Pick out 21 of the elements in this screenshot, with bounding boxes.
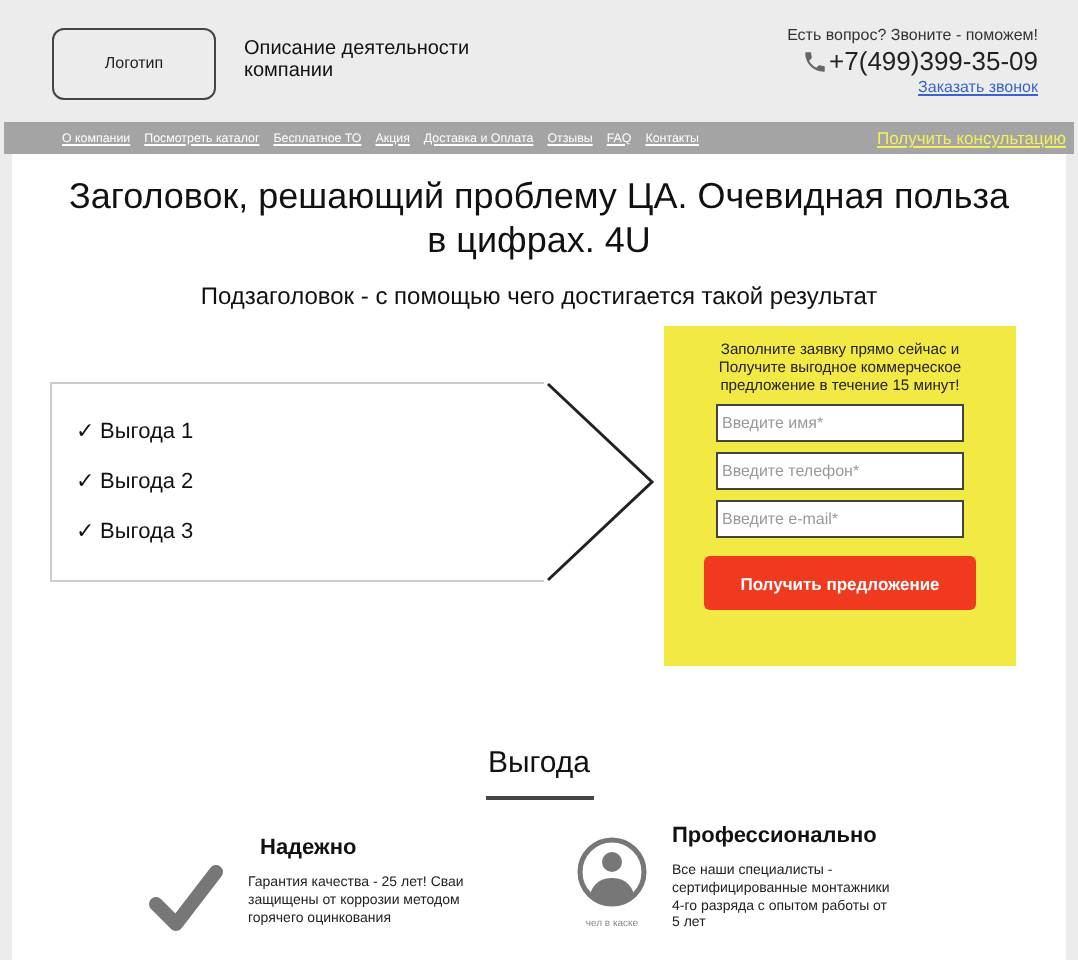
section-title: Выгода (487, 746, 591, 780)
logo[interactable]: Логотип (52, 27, 216, 99)
feature-title: Профессионально (672, 824, 879, 848)
get-offer-button[interactable]: Получить предложение (704, 556, 976, 611)
benefit-item: ✓ Выгода 2 (76, 468, 196, 498)
phone-number: +7(499)399-35-09 (829, 46, 1038, 76)
subheadline: Подзаголовок - с помощью чего достигается такой результат (200, 282, 878, 310)
company-description: Описание деятельности компании (244, 40, 472, 82)
input-field[interactable]: Введите имя* (716, 404, 964, 443)
input-field[interactable]: Введите e-mail* (716, 500, 964, 539)
consultation-link[interactable]: Получить консультацию (876, 128, 1074, 148)
callback-link[interactable]: Заказать звонок (918, 78, 1038, 96)
question-text: Есть вопрос? Звоните - поможем! (787, 26, 1038, 44)
avatar-icon (576, 836, 648, 908)
phone-icon (801, 47, 828, 75)
benefit-item: ✓ Выгода 1 (76, 418, 196, 448)
checkmark-icon (148, 864, 224, 932)
input-field[interactable]: Введите телефон* (716, 452, 964, 491)
headline: Заголовок, решающий проблему ЦА. Очевидная польза в цифрах. 4U (69, 174, 1009, 262)
benefit-item: ✓ Выгода 3 (76, 518, 196, 548)
feature-title: Надежно (260, 836, 359, 860)
